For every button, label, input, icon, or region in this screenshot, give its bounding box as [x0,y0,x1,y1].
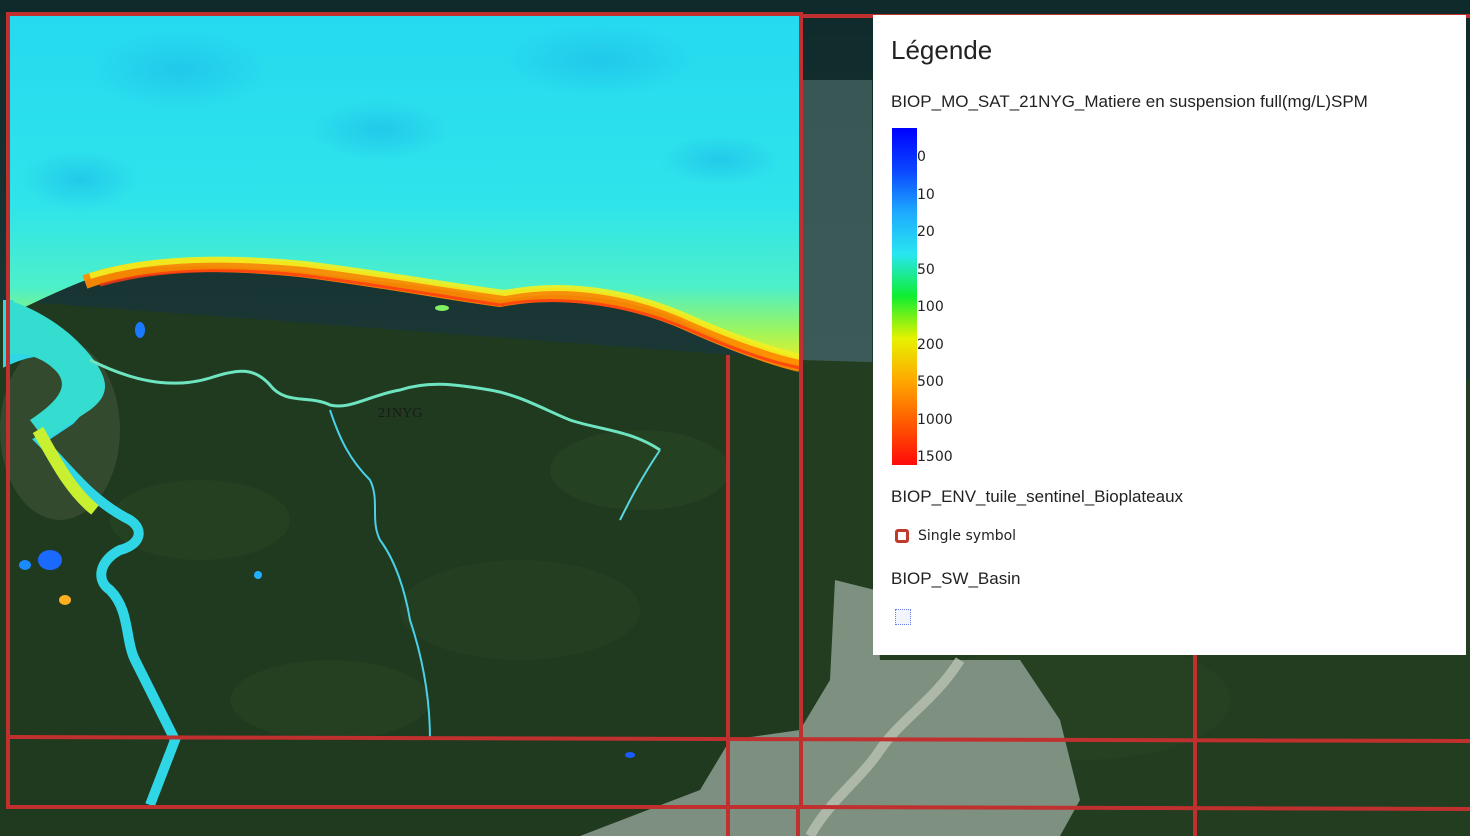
ramp-label: 1500 [917,449,953,465]
single-symbol-row: Single symbol [895,528,1016,544]
spm-color-ramp [892,128,917,465]
dotted-square-icon [895,609,911,625]
ramp-label: 10 [917,186,935,203]
tile-edge [800,805,1470,811]
spm-ramp-labels: 0 10 20 50 100 200 500 1000 1500 [917,128,977,465]
layer-name-sentinel-tiles: BIOP_ENV_tuile_sentinel_Bioplateaux [891,487,1184,506]
ramp-label: 200 [917,336,944,353]
red-square-outline-icon [895,529,909,543]
ramp-label: 500 [917,374,944,390]
ramp-label: 100 [917,299,944,315]
coastal-haze [800,80,872,400]
legend-panel: Légende BIOP_MO_SAT_21NYG_Matiere en sus… [873,15,1466,655]
single-symbol-label: Single symbol [918,528,1017,544]
layer-name-basin: BIOP_SW_Basin [891,569,1021,588]
layer-name-spm: BIOP_MO_SAT_21NYG_Matiere en suspension … [891,92,1368,111]
ramp-label: 0 [917,149,926,165]
ramp-label: 1000 [917,411,953,428]
ramp-label: 20 [917,224,935,240]
tile-label: 21NYG [378,406,422,421]
legend-title: Légende [891,35,993,65]
ramp-label: 50 [917,261,935,278]
